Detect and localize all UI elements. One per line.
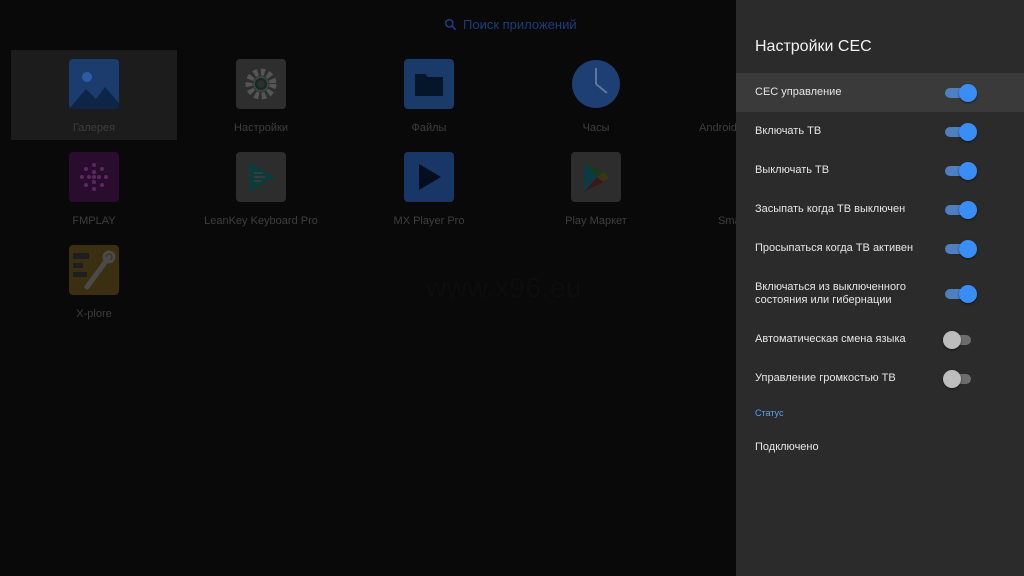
setting-wake-when-tv-active[interactable]: Просыпаться когда ТВ активен [736,229,1024,268]
app-label: Часы [582,122,610,134]
setting-wake-from-hibernation[interactable]: Включаться из выключенного состояния или… [736,268,1024,320]
turn-on-tv-toggle[interactable] [941,122,979,142]
app-label: FMPLAY [72,215,116,227]
search-bar[interactable]: Поиск приложений [444,17,577,32]
fmplay-icon [69,152,119,202]
setting-auto-language[interactable]: Автоматическая смена языка [736,320,1024,359]
xplore-icon [69,245,119,295]
search-placeholder: Поиск приложений [463,17,577,32]
app-label: MX Player Pro [393,215,465,227]
tv-volume-control-toggle[interactable] [941,369,979,389]
sleep-when-tv-off-toggle[interactable] [941,200,979,220]
app-tile-settings[interactable]: Настройки [178,50,344,140]
cec-control-toggle[interactable] [941,83,979,103]
search-icon [444,18,457,31]
setting-tv-volume-control[interactable]: Управление громкостью ТВ [736,359,1024,398]
setting-label: CEC управление [755,86,842,98]
app-tile-xplore[interactable]: X-plore [11,236,177,326]
clock-icon [571,59,621,109]
setting-label: Включаться из выключенного состояния или… [755,281,906,306]
app-tile-play-market[interactable]: Play Маркет [513,143,679,233]
app-label: Файлы [411,122,447,134]
leankey-icon [236,152,286,202]
app-tile-fmplay[interactable]: FMPLAY [11,143,177,233]
status-section-header: Статус [755,408,784,418]
setting-label: Засыпать когда ТВ выключен [755,203,906,215]
app-label: Play Маркет [565,215,627,227]
folder-icon [404,59,454,109]
wake-when-tv-active-toggle[interactable] [941,239,979,259]
app-label: X-plore [76,308,112,320]
app-launcher: Поиск приложений Галерея Настройки Файлы… [0,0,736,576]
app-tile-mxplayer[interactable]: MX Player Pro [346,143,512,233]
watermark: www.x96.eu [426,272,582,303]
setting-label: Управление громкостью ТВ [755,372,896,384]
app-tile-clock[interactable]: Часы [513,50,679,140]
setting-label: Включать ТВ [755,125,822,137]
auto-language-toggle[interactable] [941,330,979,350]
setting-turn-on-tv[interactable]: Включать ТВ [736,112,1024,151]
app-tile-android[interactable]: Android [680,50,736,140]
app-tile-gallery[interactable]: Галерея [11,50,177,140]
app-tile-smart[interactable]: Sma [680,143,736,233]
turn-off-tv-toggle[interactable] [941,161,979,181]
gallery-icon [69,59,119,109]
setting-sleep-when-tv-off[interactable]: Засыпать когда ТВ выключен [736,190,1024,229]
panel-title: Настройки CEC [755,38,872,55]
settings-icon [236,59,286,109]
play-store-icon [571,152,621,202]
setting-label: Просыпаться когда ТВ активен [755,242,914,254]
app-label: Настройки [234,122,288,134]
status-value: Подключено [755,441,819,453]
setting-cec-control[interactable]: CEC управление [736,73,1024,112]
app-label: Android [699,122,736,134]
cec-settings-panel: Настройки CEC CEC управление Включать ТВ… [736,0,1024,576]
app-label: Галерея [72,122,116,134]
setting-label: Выключать ТВ [755,164,830,176]
app-label: LeanKey Keyboard Pro [204,215,318,227]
app-tile-leankey[interactable]: LeanKey Keyboard Pro [178,143,344,233]
app-tile-files[interactable]: Файлы [346,50,512,140]
setting-turn-off-tv[interactable]: Выключать ТВ [736,151,1024,190]
play-icon [404,152,454,202]
app-label: Sma [718,215,736,227]
wake-from-hibernation-toggle[interactable] [941,284,979,304]
setting-label: Автоматическая смена языка [755,333,906,345]
